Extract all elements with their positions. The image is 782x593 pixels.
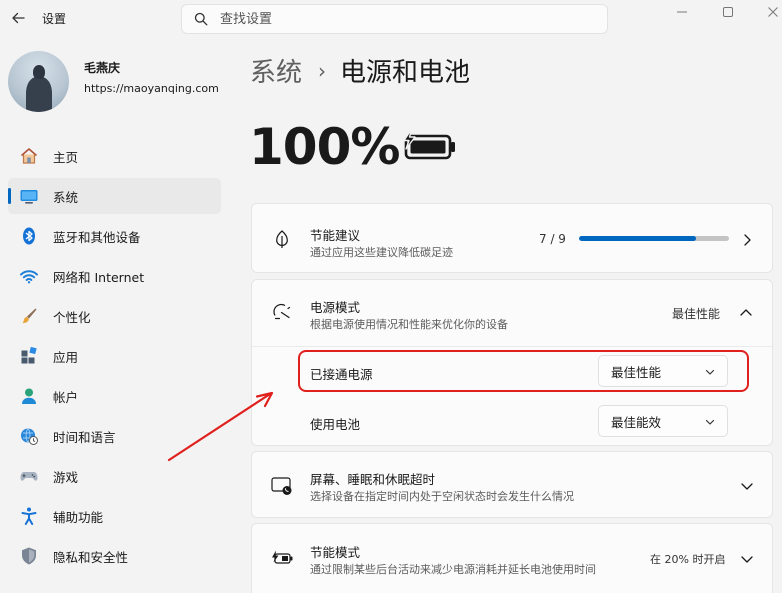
battery-percentage: 100% <box>249 118 400 176</box>
chevron-down-icon <box>739 551 755 567</box>
battery-saver-icon <box>271 547 293 569</box>
accessibility-icon <box>19 506 39 526</box>
home-icon <box>19 146 39 166</box>
on-battery-label: 使用电池 <box>310 417 361 432</box>
maximize-icon <box>723 7 733 17</box>
avatar <box>8 51 69 112</box>
battery-charging-icon <box>400 127 458 169</box>
shield-icon <box>19 546 39 566</box>
breadcrumb-parent[interactable]: 系统 <box>250 52 302 89</box>
card-title: 节能模式 <box>310 545 361 560</box>
battery-saver-card[interactable]: 节能模式 通过限制某些后台活动来减少电源消耗并延长电池使用时间 在 20% 时开… <box>251 523 773 593</box>
user-website: https://maoyanqing.com <box>84 82 219 95</box>
leaf-icon <box>271 228 293 250</box>
card-title: 节能建议 <box>310 228 361 243</box>
brush-icon <box>19 306 39 326</box>
sidebar-item-bluetooth[interactable]: 蓝牙和其他设备 <box>8 218 221 254</box>
back-button[interactable] <box>8 8 28 28</box>
sidebar-item-personalization[interactable]: 个性化 <box>8 298 221 334</box>
system-icon <box>19 186 39 206</box>
card-subtitle: 根据电源使用情况和性能来优化你的设备 <box>310 318 508 331</box>
divider <box>252 346 772 347</box>
card-title: 屏幕、睡眠和休眠超时 <box>310 472 436 487</box>
chevron-right-icon <box>739 232 755 248</box>
recommendations-progress-bar <box>579 236 729 241</box>
card-subtitle: 选择设备在指定时间内处于空闲状态时会发生什么情况 <box>310 490 574 503</box>
sidebar-item-label: 游戏 <box>53 469 79 485</box>
sidebar-item-apps[interactable]: 应用 <box>8 338 221 374</box>
maximize-button[interactable] <box>713 4 743 20</box>
sidebar-item-network[interactable]: 网络和 Internet <box>8 258 221 294</box>
sidebar-item-privacy[interactable]: 隐私和安全性 <box>8 538 221 574</box>
on-battery-power-mode-dropdown[interactable]: 最佳能效 <box>598 405 728 437</box>
search-input[interactable] <box>220 11 580 27</box>
close-icon <box>768 7 778 17</box>
minimize-icon <box>677 11 687 13</box>
sidebar-item-label: 网络和 Internet <box>53 269 145 285</box>
annotation-arrow <box>167 391 274 462</box>
card-title: 电源模式 <box>310 300 361 315</box>
sidebar-item-label: 系统 <box>53 189 79 205</box>
sidebar-item-accessibility[interactable]: 辅助功能 <box>8 498 221 534</box>
sidebar-item-label: 主页 <box>53 149 79 165</box>
apps-icon <box>19 346 39 366</box>
close-button[interactable] <box>758 4 782 20</box>
chevron-down-icon <box>739 478 755 494</box>
sidebar-item-label: 辅助功能 <box>53 509 104 525</box>
battery-saver-threshold: 在 20% 时开启 <box>650 553 726 566</box>
bluetooth-icon <box>19 226 39 246</box>
power-mode-header[interactable]: 电源模式 根据电源使用情况和性能来优化你的设备 最佳性能 <box>252 280 772 346</box>
globe-clock-icon <box>19 426 39 446</box>
card-subtitle: 通过应用这些建议降低碳足迹 <box>310 246 453 259</box>
breadcrumb: 系统 › 电源和电池 <box>250 52 470 89</box>
breadcrumb-separator: › <box>318 58 327 83</box>
sidebar-item-label: 时间和语言 <box>53 429 116 445</box>
app-title: 设置 <box>42 12 67 26</box>
chevron-up-icon[interactable] <box>738 305 754 321</box>
sidebar-item-home[interactable]: 主页 <box>8 138 221 174</box>
progress-fill <box>579 236 696 241</box>
sidebar-item-label: 应用 <box>53 349 79 365</box>
screen-sleep-card[interactable]: 屏幕、睡眠和休眠超时 选择设备在指定时间内处于空闲状态时会发生什么情况 <box>251 451 773 518</box>
search-box[interactable] <box>181 4 608 34</box>
search-icon <box>182 12 220 26</box>
sidebar-item-system[interactable]: 系统 <box>8 178 221 214</box>
back-arrow-icon <box>12 12 25 24</box>
card-subtitle: 通过限制某些后台活动来减少电源消耗并延长电池使用时间 <box>310 563 596 576</box>
sidebar-item-label: 帐户 <box>53 389 79 405</box>
sidebar-item-label: 个性化 <box>53 309 91 325</box>
minimize-button[interactable] <box>667 4 697 20</box>
annotation-highlight-box <box>298 350 749 392</box>
sidebar-item-label: 蓝牙和其他设备 <box>53 229 141 245</box>
account-icon <box>19 386 39 406</box>
power-mode-gauge-icon <box>271 301 293 323</box>
recommendations-count: 7 / 9 <box>539 232 566 246</box>
page-title: 电源和电池 <box>340 58 471 88</box>
user-name: 毛燕庆 <box>84 61 121 75</box>
energy-recommendations-card[interactable]: 节能建议 通过应用这些建议降低碳足迹 7 / 9 <box>251 203 773 273</box>
gamepad-icon <box>19 466 39 486</box>
wifi-icon <box>19 266 39 286</box>
sidebar-item-label: 隐私和安全性 <box>53 549 129 565</box>
power-mode-current-value: 最佳性能 <box>672 307 721 321</box>
sidebar-nav: 主页 系统 蓝牙和其他设备 网络和 Internet 个性化 应用 帐户 时间和… <box>8 138 221 578</box>
title-bar: 设置 <box>0 0 782 38</box>
screen-sleep-icon <box>271 475 293 497</box>
dropdown-value: 最佳能效 <box>611 414 662 430</box>
chevron-down-icon <box>705 415 715 430</box>
